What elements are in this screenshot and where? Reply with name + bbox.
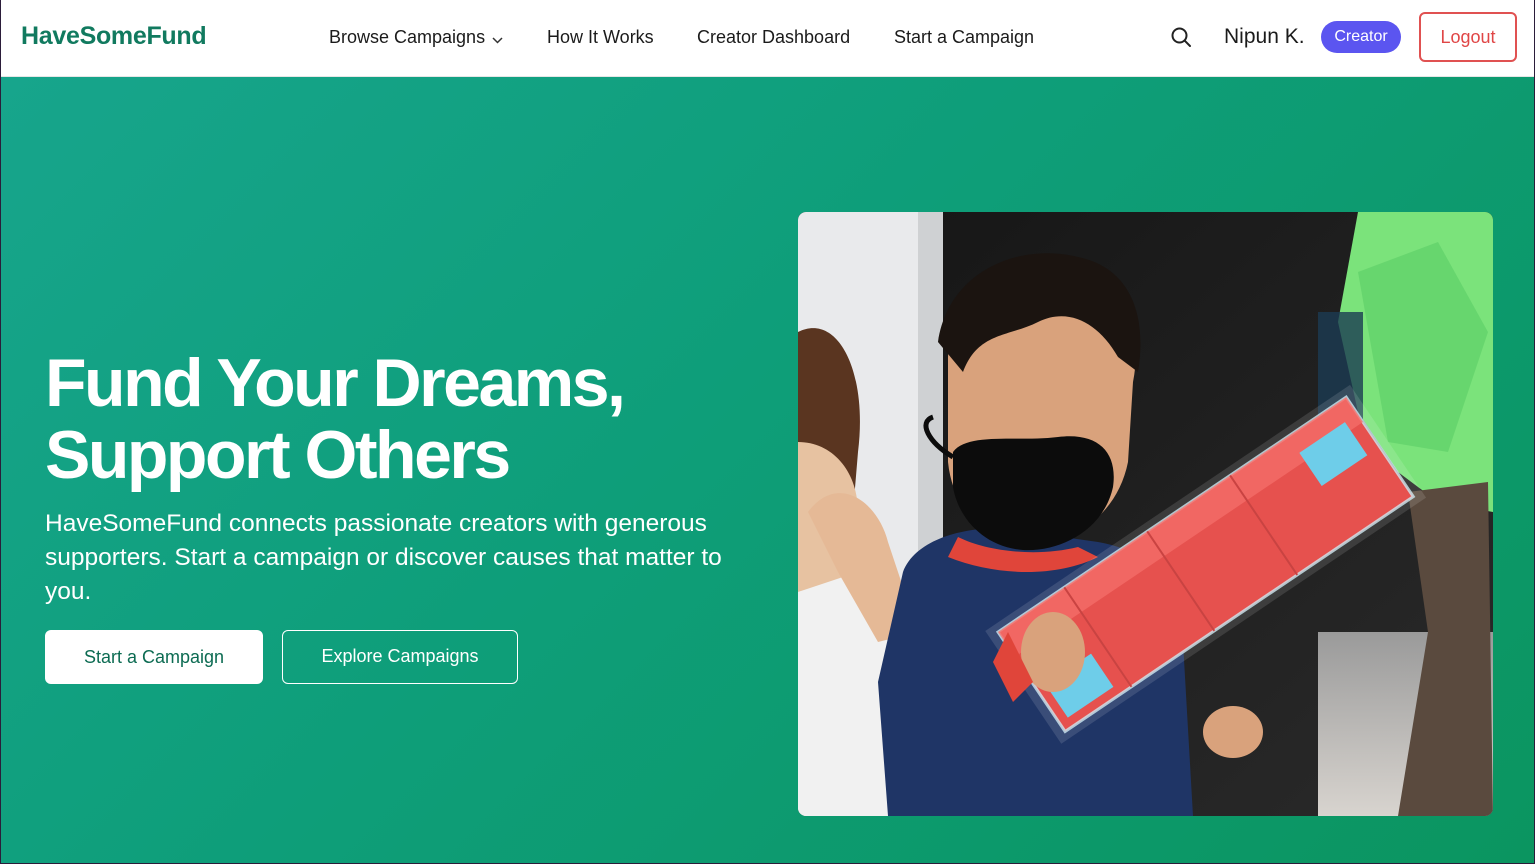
explore-campaigns-button[interactable]: Explore Campaigns: [282, 630, 518, 684]
brand-logo[interactable]: HaveSomeFund: [21, 22, 207, 51]
hero-headline: Fund Your Dreams, Support Others: [45, 345, 626, 493]
browser-viewport: HaveSomeFund Browse Campaigns How It Wor…: [1, 0, 1534, 863]
nav-how-it-works[interactable]: How It Works: [547, 27, 654, 48]
hero-subtext: HaveSomeFund connects passionate creator…: [45, 510, 722, 605]
start-campaign-button[interactable]: Start a Campaign: [45, 630, 263, 684]
nav-browse-campaigns[interactable]: Browse Campaigns: [329, 27, 503, 49]
chevron-down-icon: [492, 28, 503, 49]
creator-badge: Creator: [1321, 21, 1401, 53]
nav-start-campaign[interactable]: Start a Campaign: [894, 27, 1034, 48]
user-name[interactable]: Nipun K.: [1224, 25, 1305, 49]
hero-headline-line1: Fund Your Dreams,: [45, 345, 626, 421]
nav-creator-dashboard[interactable]: Creator Dashboard: [697, 27, 850, 48]
hero-image: [798, 212, 1493, 816]
hero-headline-line2: Support Others: [45, 417, 511, 493]
child-with-gift-photo: [798, 212, 1493, 816]
hero-section: Fund Your Dreams, Support Others HaveSom…: [1, 77, 1534, 863]
logout-button[interactable]: Logout: [1419, 12, 1517, 62]
top-navbar: HaveSomeFund Browse Campaigns How It Wor…: [1, 0, 1534, 77]
search-icon[interactable]: [1170, 26, 1192, 48]
nav-browse-label: Browse Campaigns: [329, 27, 486, 47]
